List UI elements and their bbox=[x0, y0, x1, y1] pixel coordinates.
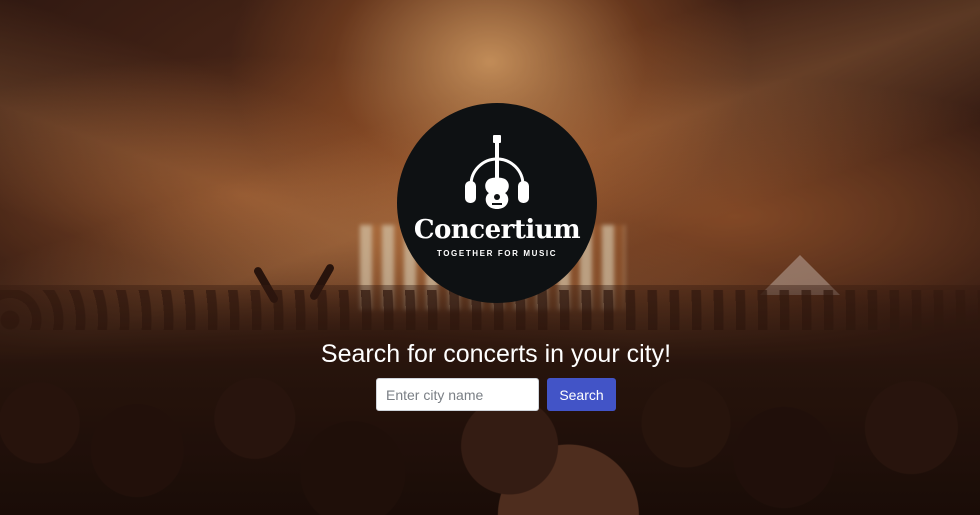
guitar-headphones-icon bbox=[465, 135, 529, 209]
logo-name: Concertium bbox=[413, 215, 581, 245]
logo-tagline: TOGETHER FOR MUSIC bbox=[436, 249, 558, 258]
hero-background: Concertium TOGETHER FOR MUSIC Search for… bbox=[0, 0, 980, 515]
logo: Concertium TOGETHER FOR MUSIC bbox=[397, 103, 597, 303]
page-headline: Search for concerts in your city! bbox=[320, 340, 672, 368]
city-search-input[interactable] bbox=[376, 378, 539, 411]
search-button[interactable]: Search bbox=[547, 378, 616, 411]
search-form: Search bbox=[376, 378, 616, 411]
